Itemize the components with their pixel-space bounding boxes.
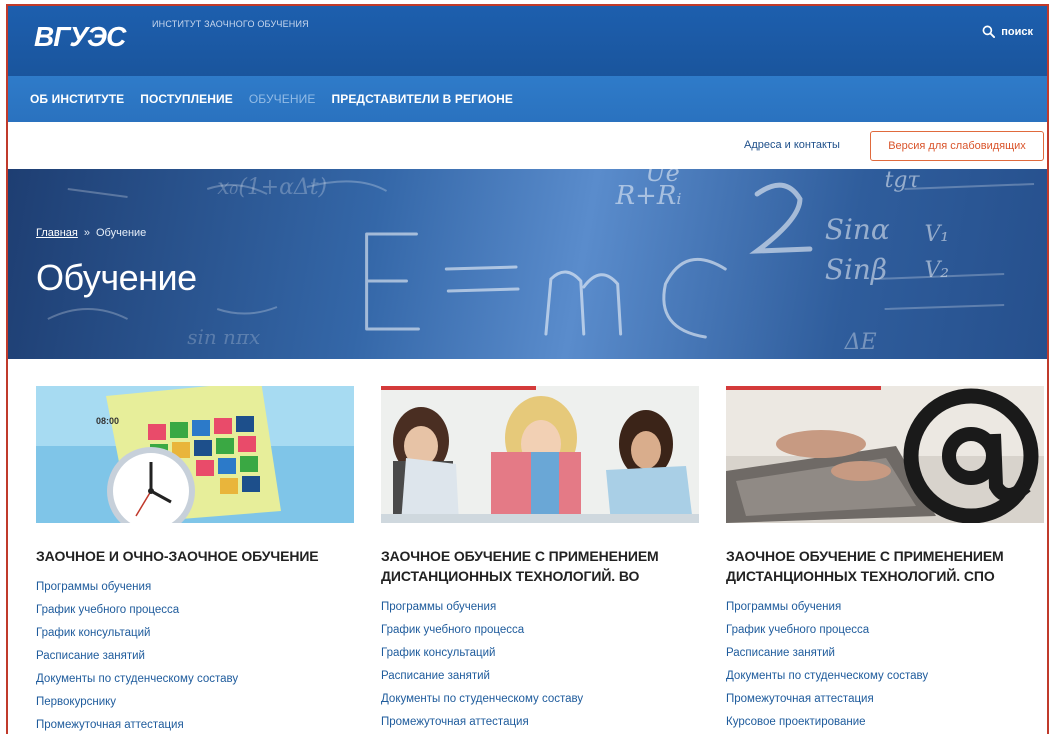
students-reading-illustration bbox=[381, 386, 699, 523]
utility-bar: Адреса и контакты Версия для слабовидящи… bbox=[8, 122, 1047, 169]
nav-item-about[interactable]: ОБ ИНСТИТУТЕ bbox=[30, 92, 124, 106]
search-icon bbox=[982, 25, 996, 38]
breadcrumb-separator: » bbox=[83, 227, 90, 239]
institute-name: ИНСТИТУТ ЗАОЧНОГО ОБУЧЕНИЯ bbox=[152, 19, 309, 29]
card-link[interactable]: Промежуточная аттестация bbox=[726, 688, 1044, 711]
card-link[interactable]: Курсовое проектирование bbox=[726, 711, 1044, 734]
laptop-at-sign-illustration bbox=[726, 386, 1044, 523]
card-link[interactable]: Расписание занятий bbox=[36, 645, 354, 668]
card-link[interactable]: Промежуточная аттестация bbox=[381, 711, 699, 734]
card-title: ЗАОЧНОЕ ОБУЧЕНИЕ С ПРИМЕНЕНИЕМ ДИСТАНЦИО… bbox=[726, 548, 1004, 584]
low-vision-button[interactable]: Версия для слабовидящих bbox=[870, 131, 1044, 161]
nav-item-regional-reps[interactable]: ПРЕДСТАВИТЕЛИ В РЕГИОНЕ bbox=[331, 92, 513, 106]
page-frame: ВГУЭС ИНСТИТУТ ЗАОЧНОГО ОБУЧЕНИЯ поиск О… bbox=[6, 4, 1049, 734]
card-link[interactable]: График учебного процесса bbox=[381, 619, 699, 642]
search-button[interactable]: поиск bbox=[982, 25, 1033, 38]
card-distance-higher-ed: ЗАОЧНОЕ ОБУЧЕНИЕ С ПРИМЕНЕНИЕМ ДИСТАНЦИО… bbox=[381, 386, 699, 734]
card-accent-bar bbox=[726, 386, 881, 390]
card-link[interactable]: Расписание занятий bbox=[726, 642, 1044, 665]
card-link[interactable]: График учебного процесса bbox=[36, 599, 354, 622]
card-image-students[interactable] bbox=[381, 386, 699, 523]
svg-text:tgτ: tgτ bbox=[885, 169, 921, 193]
card-link-list: Программы обучения График учебного проце… bbox=[36, 576, 354, 734]
card-link[interactable]: Документы по студенческому составу bbox=[726, 665, 1044, 688]
svg-text:V₁: V₁ bbox=[924, 222, 949, 247]
contacts-link[interactable]: Адреса и контакты bbox=[744, 139, 840, 151]
header-bar: ВГУЭС ИНСТИТУТ ЗАОЧНОГО ОБУЧЕНИЯ поиск bbox=[8, 6, 1047, 76]
card-link[interactable]: Документы по студенческому составу bbox=[381, 688, 699, 711]
breadcrumb-home-link[interactable]: Главная bbox=[36, 227, 78, 239]
svg-text:sin nπx: sin nπx bbox=[187, 325, 260, 349]
card-link-list: Программы обучения График учебного проце… bbox=[726, 596, 1044, 734]
card-link[interactable]: График консультаций bbox=[36, 622, 354, 645]
main-nav: ОБ ИНСТИТУТЕ ПОСТУПЛЕНИЕ ОБУЧЕНИЕ ПРЕДСТ… bbox=[8, 76, 1047, 122]
svg-text:x₀(1+αΔt): x₀(1+αΔt) bbox=[217, 175, 327, 200]
card-link[interactable]: Документы по студенческому составу bbox=[36, 668, 354, 691]
breadcrumb: Главная » Обучение bbox=[36, 227, 146, 239]
logo-text: ВГУЭС bbox=[34, 21, 127, 52]
card-title: ЗАОЧНОЕ ОБУЧЕНИЕ С ПРИМЕНЕНИЕМ ДИСТАНЦИО… bbox=[381, 548, 659, 584]
card-link[interactable]: Программы обучения bbox=[36, 576, 354, 599]
nav-item-education[interactable]: ОБУЧЕНИЕ bbox=[249, 92, 316, 106]
card-extramural: 08:00 ЗАОЧНОЕ И ОЧНО-ЗАОЧНОЕ ОБУЧЕНИЕ Пр… bbox=[36, 386, 354, 734]
svg-text:ΔE: ΔE bbox=[844, 330, 877, 355]
card-link[interactable]: Промежуточная аттестация bbox=[36, 714, 354, 734]
vgues-logo[interactable]: ВГУЭС bbox=[32, 19, 132, 53]
card-link[interactable]: Первокурснику bbox=[36, 691, 354, 714]
card-link[interactable]: Программы обучения bbox=[381, 596, 699, 619]
calendar-clock-illustration: 08:00 bbox=[36, 386, 354, 523]
svg-text:Sinβ: Sinβ bbox=[825, 253, 887, 286]
nav-item-admission[interactable]: ПОСТУПЛЕНИЕ bbox=[140, 92, 233, 106]
card-image-schedule[interactable]: 08:00 bbox=[36, 386, 354, 523]
card-distance-vocational: ЗАОЧНОЕ ОБУЧЕНИЕ С ПРИМЕНЕНИЕМ ДИСТАНЦИО… bbox=[726, 386, 1044, 734]
search-label: поиск bbox=[1001, 25, 1033, 38]
breadcrumb-current: Обучение bbox=[96, 227, 147, 239]
card-link[interactable]: График консультаций bbox=[381, 642, 699, 665]
svg-text:V₂: V₂ bbox=[924, 258, 949, 283]
card-link[interactable]: Расписание занятий bbox=[381, 665, 699, 688]
hero-banner: R+Rᵢ Ue Sinα Sinβ V₁ V₂ tgτ x₀(1+αΔt) si… bbox=[8, 169, 1047, 359]
svg-text:08:00: 08:00 bbox=[96, 416, 119, 426]
card-title: ЗАОЧНОЕ И ОЧНО-ЗАОЧНОЕ ОБУЧЕНИЕ bbox=[36, 548, 319, 564]
card-link[interactable]: График учебного процесса bbox=[726, 619, 1044, 642]
svg-text:Ue: Ue bbox=[646, 169, 680, 187]
svg-text:Sinα: Sinα bbox=[825, 213, 890, 246]
card-image-at-sign[interactable] bbox=[726, 386, 1044, 523]
card-link-list: Программы обучения График учебного проце… bbox=[381, 596, 699, 734]
card-link[interactable]: Программы обучения bbox=[726, 596, 1044, 619]
card-accent-bar bbox=[381, 386, 536, 390]
page-title: Обучение bbox=[36, 257, 197, 298]
